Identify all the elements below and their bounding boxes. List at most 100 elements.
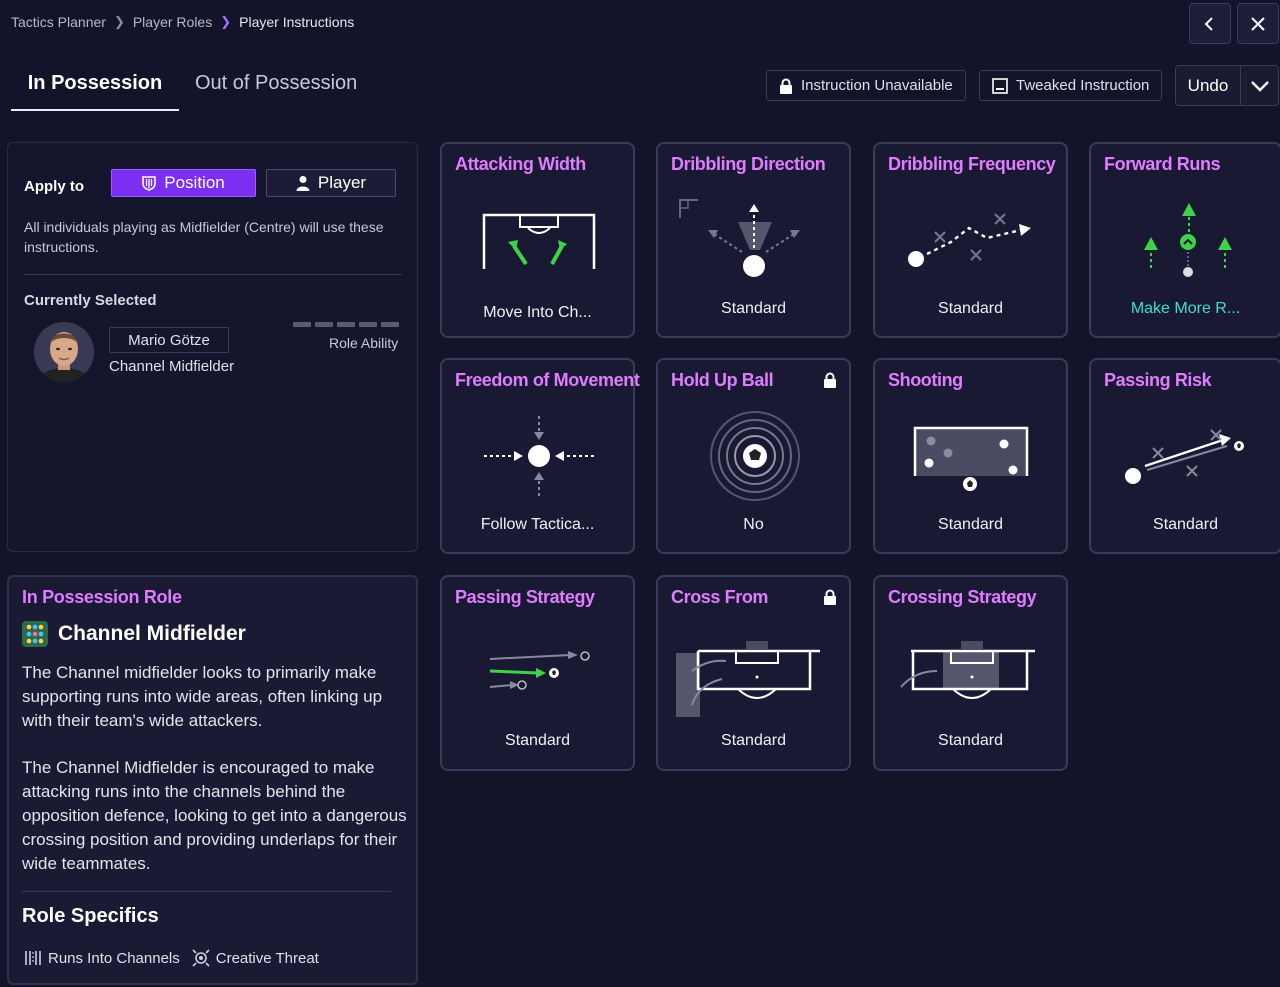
undo-button[interactable]: Undo <box>1176 76 1240 96</box>
chevron-right-icon: ❯ <box>220 14 232 29</box>
undo-dropdown-button[interactable] <box>1241 80 1278 92</box>
chevron-left-icon <box>1204 16 1213 31</box>
card-value: Follow Tactica... <box>480 516 595 533</box>
person-icon <box>296 176 310 191</box>
card-value: Standard <box>938 732 1003 749</box>
card-attacking-width[interactable]: Attacking Width Move Into Ch... <box>440 142 635 338</box>
card-hold-up-ball[interactable]: Hold Up Ball No <box>656 358 851 554</box>
specific-label: Runs Into Channels <box>48 949 180 967</box>
apply-to-label: Apply to <box>24 178 84 195</box>
shooting-icon <box>913 426 1029 491</box>
card-title: Passing Risk <box>1104 370 1212 390</box>
shield-icon <box>142 175 157 191</box>
role-heading: In Possession Role <box>22 587 182 607</box>
apply-description: All individuals playing as Midfielder (C… <box>24 219 384 255</box>
card-value: Move Into Ch... <box>483 304 592 321</box>
attacking-width-icon <box>482 213 596 269</box>
breadcrumb: Tactics Planner ❯ Player Roles ❯ Player … <box>11 14 354 30</box>
card-title: Hold Up Ball <box>671 370 774 390</box>
close-button[interactable] <box>1237 3 1279 44</box>
breadcrumb-player-roles[interactable]: Player Roles <box>133 14 212 30</box>
channels-icon <box>25 951 41 965</box>
crossing-strategy-icon <box>900 641 1035 699</box>
role-ability-rating <box>293 322 399 327</box>
card-freedom-of-movement[interactable]: Freedom of Movement Follow Tactica... <box>440 358 640 554</box>
tab-in-possession[interactable]: In Possession <box>11 72 179 111</box>
card-value: Standard <box>1153 516 1218 533</box>
passing-risk-icon <box>1125 429 1244 484</box>
card-shooting[interactable]: Shooting Standard <box>873 358 1068 554</box>
legend-tweaked-instruction: Tweaked Instruction <box>979 70 1163 101</box>
card-dribbling-frequency[interactable]: Dribbling Frequency Standard <box>873 142 1068 338</box>
role-icon <box>22 621 48 647</box>
freedom-of-movement-icon <box>484 416 594 496</box>
role-specifics-list: Runs Into Channels Creative Threat <box>24 949 319 967</box>
card-title: Shooting <box>888 370 963 390</box>
specific-label: Creative Threat <box>215 949 319 967</box>
specific-runs-into-channels: Runs Into Channels <box>24 950 180 967</box>
dribbling-direction-icon <box>679 199 800 277</box>
card-cross-from[interactable]: Cross From Standard <box>656 575 851 771</box>
card-title: Forward Runs <box>1104 154 1221 174</box>
card-title: Passing Strategy <box>455 587 595 607</box>
breadcrumb-player-instructions: Player Instructions <box>239 14 355 30</box>
apply-player-label: Player <box>317 173 367 192</box>
player-role: Channel Midfielder <box>109 358 235 375</box>
apply-position-label: Position <box>164 173 225 192</box>
card-forward-runs[interactable]: Forward Runs Make More R... <box>1089 142 1280 338</box>
card-passing-risk[interactable]: Passing Risk Standard <box>1089 358 1280 554</box>
card-title: Freedom of Movement <box>455 370 640 390</box>
role-title: Channel Midfielder <box>58 622 246 645</box>
card-title: Attacking Width <box>455 154 586 174</box>
card-crossing-strategy[interactable]: Crossing Strategy Standard <box>873 575 1068 771</box>
forward-runs-icon <box>1144 203 1232 277</box>
specific-creative-threat: Creative Threat <box>192 949 319 967</box>
player-name: Mario Götze <box>109 327 229 353</box>
tweaked-icon <box>992 77 1008 94</box>
chevron-down-icon <box>1250 80 1269 92</box>
apply-player-button[interactable]: Player <box>266 169 396 197</box>
card-value: Standard <box>721 732 786 749</box>
card-passing-strategy[interactable]: Passing Strategy Standard <box>440 575 635 771</box>
card-value: Standard <box>505 732 570 749</box>
divider <box>22 891 391 892</box>
lock-icon <box>824 372 836 388</box>
lock-icon <box>780 78 792 94</box>
breadcrumb-tactics-planner[interactable]: Tactics Planner <box>11 14 106 30</box>
role-specifics-title: Role Specifics <box>22 905 159 927</box>
card-title: Dribbling Direction <box>671 154 826 174</box>
creative-threat-icon <box>192 949 210 967</box>
card-value: Make More R... <box>1130 300 1241 317</box>
card-title: Cross From <box>671 587 769 607</box>
undo-control: Undo <box>1175 65 1279 106</box>
card-dribbling-direction[interactable]: Dribbling Direction Standard <box>656 142 851 338</box>
lock-icon <box>824 589 836 605</box>
role-ability-label: Role Ability <box>329 335 399 351</box>
legend-tweaked-label: Tweaked Instruction <box>1016 77 1150 94</box>
card-value: No <box>743 516 764 533</box>
role-panel: In Possession Role Channel Midfielder Th… <box>7 575 418 985</box>
divider <box>24 274 402 275</box>
card-title: Crossing Strategy <box>888 587 1037 607</box>
passing-strategy-icon <box>489 651 590 690</box>
chevron-right-icon: ❯ <box>113 14 125 29</box>
dribbling-frequency-icon <box>908 213 1031 267</box>
back-button[interactable] <box>1189 3 1231 44</box>
card-title: Dribbling Frequency <box>888 154 1056 174</box>
card-value: Standard <box>938 300 1003 317</box>
cross-from-icon <box>676 641 820 717</box>
card-value: Standard <box>938 516 1003 533</box>
role-description-1: The Channel midfielder looks to primaril… <box>22 663 383 730</box>
tab-out-of-possession[interactable]: Out of Possession <box>195 72 357 109</box>
legend-instruction-unavailable: Instruction Unavailable <box>766 70 966 101</box>
currently-selected-label: Currently Selected <box>24 292 157 309</box>
hold-up-ball-icon <box>710 411 800 501</box>
card-value: Standard <box>721 300 786 317</box>
legend-unavailable-label: Instruction Unavailable <box>801 77 953 94</box>
apply-to-panel: Apply to Position Player All individuals… <box>7 142 418 552</box>
role-description-2: The Channel Midfielder is encouraged to … <box>22 758 407 873</box>
role-title-row: Channel Midfielder <box>22 621 246 647</box>
apply-position-button[interactable]: Position <box>111 169 256 197</box>
avatar <box>34 322 94 382</box>
close-icon <box>1251 16 1265 31</box>
